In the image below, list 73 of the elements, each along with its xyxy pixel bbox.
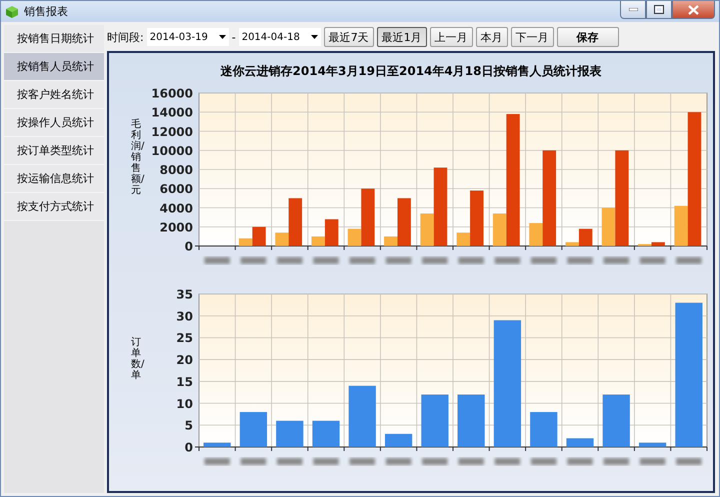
y-tick-label: 16000 <box>151 86 193 100</box>
range-button[interactable]: 上一月 <box>430 27 473 47</box>
blurred-label <box>350 257 375 264</box>
sidebar-item[interactable]: 按操作人员统计 <box>4 109 104 137</box>
sidebar-item[interactable]: 按客户姓名统计 <box>4 81 104 109</box>
y-tick-label: 35 <box>176 288 193 302</box>
blurred-label <box>350 458 375 465</box>
y-tick-label: 14000 <box>151 106 193 120</box>
blurred-label <box>240 458 266 465</box>
y-tick-label: 5 <box>184 418 193 433</box>
blurred-label <box>386 458 412 465</box>
report-title: 迷你云进销存2014年3月19日至2014年4月18日按销售人员统计报表 <box>220 63 602 80</box>
sidebar-item[interactable]: 按支付方式统计 <box>4 193 104 221</box>
blurred-label <box>567 458 593 465</box>
range-button[interactable]: 最近1月 <box>376 27 427 47</box>
range-button[interactable]: 下一月 <box>510 27 554 47</box>
blurred-label <box>531 458 556 465</box>
y-tick-label: 10 <box>176 396 193 411</box>
sidebar-item[interactable]: 按订单类型统计 <box>4 137 104 165</box>
y-tick-label: 0 <box>184 440 193 454</box>
blurred-label <box>676 257 702 264</box>
blurred-label <box>604 458 629 465</box>
blurred-label <box>313 458 339 465</box>
y-tick-label: 4000 <box>160 201 193 216</box>
blurred-label <box>494 257 520 264</box>
minimize-icon <box>628 8 638 11</box>
blurred-label <box>386 257 412 264</box>
blurred-label <box>240 257 266 264</box>
window-title: 销售报表 <box>24 4 69 19</box>
maximize-icon <box>654 5 664 14</box>
minimize-button[interactable] <box>620 1 646 19</box>
y-tick-label: 15 <box>176 374 193 389</box>
range-button[interactable]: 最近7天 <box>324 27 374 47</box>
caret-icon <box>218 35 226 39</box>
blurred-label <box>567 257 593 264</box>
y-tick-label: 10000 <box>151 144 193 158</box>
close-icon <box>688 4 699 14</box>
caret-icon <box>310 35 318 39</box>
y-tick-label: 2000 <box>160 220 193 234</box>
blurred-label <box>458 257 484 264</box>
blurred-label <box>494 458 520 465</box>
blurred-label <box>204 458 230 465</box>
sidebar-item[interactable]: 按销售人员统计 <box>4 53 104 81</box>
start-date-dropdown[interactable]: 2014-03-19 <box>146 28 229 46</box>
date-range-label: 时间段: <box>107 30 144 44</box>
blurred-label <box>277 458 302 465</box>
blurred-label <box>422 257 448 264</box>
sidebar-item[interactable]: 按运输信息统计 <box>4 165 104 193</box>
sidebar-item[interactable]: 按销售日期统计 <box>4 25 104 53</box>
blurred-label <box>640 257 666 264</box>
blurred-label <box>640 458 666 465</box>
blurred-label <box>458 458 484 465</box>
y-tick-label: 0 <box>184 240 193 254</box>
y-tick-label: 6000 <box>160 182 193 196</box>
blurred-label <box>204 257 230 264</box>
blurred-label <box>531 257 556 264</box>
blurred-label <box>277 257 302 264</box>
y-tick-label: 8000 <box>160 163 193 177</box>
y-tick-label: 20 <box>176 353 193 368</box>
blurred-label <box>313 257 339 264</box>
y-tick-label: 25 <box>176 331 193 346</box>
separator: - <box>232 30 236 44</box>
blurred-label <box>422 458 448 465</box>
range-button[interactable]: 本月 <box>476 27 508 47</box>
save-button[interactable]: 保存 <box>556 27 619 47</box>
y-tick-label: 30 <box>176 309 193 324</box>
cube-icon <box>5 4 19 18</box>
close-button[interactable] <box>672 1 715 19</box>
blurred-label <box>604 257 629 264</box>
y-tick-label: 12000 <box>151 124 193 139</box>
blurred-label <box>676 458 702 465</box>
end-date-dropdown[interactable]: 2014-04-18 <box>238 28 321 46</box>
maximize-button[interactable] <box>646 1 672 19</box>
